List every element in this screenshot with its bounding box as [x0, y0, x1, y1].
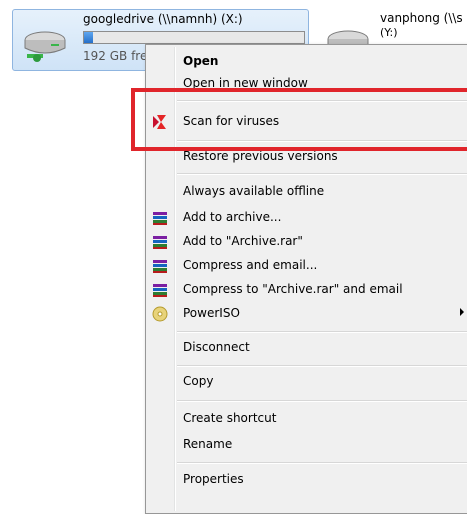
menu-item-compress-email[interactable]: Compress and email...: [148, 255, 467, 277]
menu-item-poweriso[interactable]: PowerISO: [148, 303, 467, 325]
drive-title: vanphong (\\s: [380, 11, 463, 25]
network-drive-icon: [24, 31, 66, 62]
annotation-highlight-box: [131, 88, 467, 151]
drive-usage-bar: [83, 31, 305, 44]
menu-item-disconnect[interactable]: Disconnect: [148, 337, 467, 359]
drive-title: googledrive (\\namnh) (X:): [83, 12, 243, 26]
menu-item-open[interactable]: Open: [148, 51, 467, 73]
submenu-arrow-icon: [460, 308, 464, 316]
menu-item-add-to-archive-rar[interactable]: Add to "Archive.rar": [148, 231, 467, 253]
winrar-icon: [153, 236, 167, 249]
drive-letter: (Y:): [380, 26, 398, 39]
menu-item-properties[interactable]: Properties: [148, 469, 467, 491]
drive-free-space: 192 GB fre: [83, 49, 148, 63]
menu-item-create-shortcut[interactable]: Create shortcut: [148, 408, 467, 430]
winrar-icon: [153, 260, 167, 273]
menu-item-rename[interactable]: Rename: [148, 434, 467, 456]
menu-item-add-to-archive[interactable]: Add to archive...: [148, 207, 467, 229]
poweriso-icon: [152, 306, 168, 322]
menu-item-compress-rar-email[interactable]: Compress to "Archive.rar" and email: [148, 279, 467, 301]
menu-item-available-offline[interactable]: Always available offline: [148, 181, 467, 203]
menu-item-copy[interactable]: Copy: [148, 371, 467, 393]
winrar-icon: [153, 212, 167, 225]
winrar-icon: [153, 284, 167, 297]
